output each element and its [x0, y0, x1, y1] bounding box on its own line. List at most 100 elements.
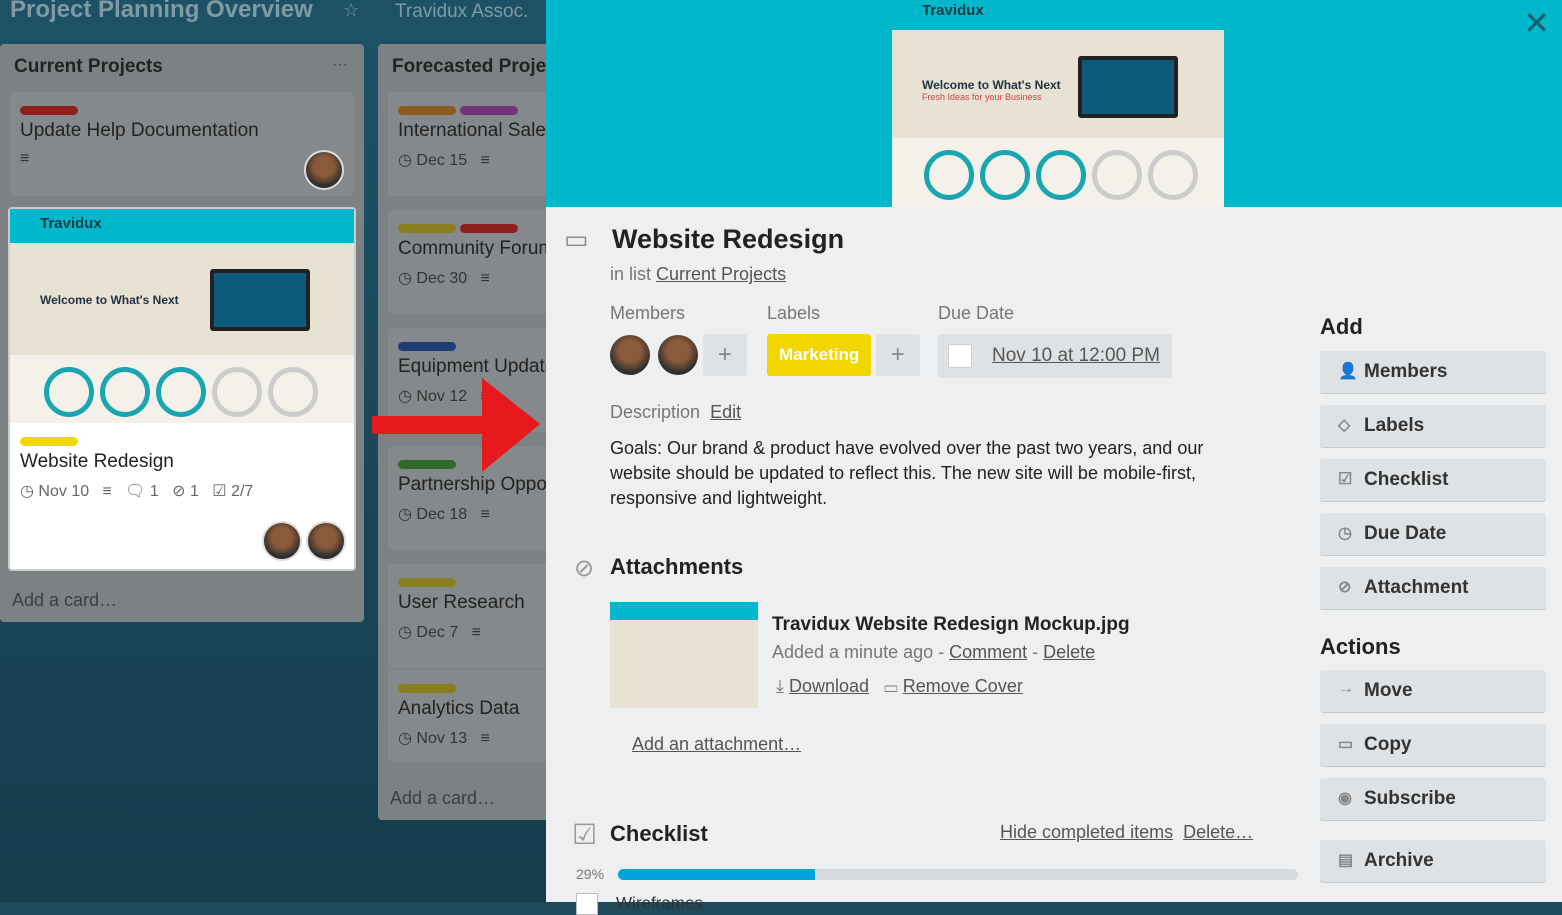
attachment-thumbnail[interactable]: [610, 602, 758, 708]
card-icon: ▭: [1338, 736, 1354, 753]
checklist-item[interactable]: Wireframes: [616, 893, 703, 912]
label-marketing[interactable]: Marketing: [767, 334, 872, 376]
description-icon: ≡: [20, 150, 30, 167]
card-label: [20, 437, 78, 446]
add-label-button[interactable]: +: [875, 334, 920, 376]
cover-brand: Travidux: [892, 0, 1224, 30]
button-label: Copy: [1364, 734, 1412, 755]
in-list-text: in list: [610, 264, 652, 284]
labels-label: Labels: [767, 303, 821, 323]
description-icon: ≡: [480, 730, 490, 747]
move-button[interactable]: → Move: [1320, 670, 1546, 712]
card-update-help-documentation[interactable]: Update Help Documentation ≡: [10, 92, 354, 196]
cover-image: Travidux Welcome to What's Next Fresh Id…: [892, 0, 1224, 207]
due-badge: Dec 15: [416, 152, 468, 169]
due-badge: Dec 7: [416, 624, 459, 641]
add-card-button[interactable]: Add a card…: [390, 788, 495, 809]
star-icon[interactable]: ☆: [343, 0, 359, 21]
archive-button[interactable]: ▤ Archive: [1320, 840, 1546, 882]
card-label: [398, 342, 456, 351]
due-badge: Dec 30: [416, 270, 468, 287]
button-label: Attachment: [1364, 577, 1469, 598]
add-section-title: Add: [1320, 314, 1363, 339]
tag-icon: ◇: [1338, 417, 1351, 434]
clock-icon: ◷: [1338, 525, 1352, 542]
list-link[interactable]: Current Projects: [656, 264, 786, 284]
add-card-button[interactable]: Add a card…: [12, 590, 117, 611]
clock-icon: ◷: [20, 483, 34, 500]
team-name[interactable]: Travidux Assoc.: [395, 1, 528, 23]
paperclip-icon: ⊘: [574, 555, 595, 582]
card-label: [398, 224, 456, 233]
clock-icon: ◷: [398, 506, 412, 523]
subscribe-button[interactable]: ◉ Subscribe: [1320, 778, 1546, 820]
card-label: [460, 224, 518, 233]
cover-headline: Welcome to What's Next: [922, 78, 1061, 92]
remove-cover-link[interactable]: Remove Cover: [903, 676, 1023, 696]
arrow-right-icon: →: [1338, 680, 1354, 697]
paperclip-icon: ⊘: [1338, 579, 1352, 596]
edit-description-link[interactable]: Edit: [710, 402, 741, 422]
checklist-button[interactable]: ☑ Checklist: [1320, 459, 1546, 501]
add-attachment-link[interactable]: Add an attachment…: [632, 734, 801, 754]
button-label: Due Date: [1364, 523, 1447, 544]
avatar: [262, 521, 302, 561]
card-icon: ▭: [564, 224, 589, 254]
attachment-added: Added a minute ago: [772, 642, 934, 662]
card-label: [460, 106, 518, 115]
cover-brand: Travidux: [10, 209, 354, 243]
card-title[interactable]: Website Redesign: [612, 224, 844, 255]
due-complete-checkbox[interactable]: [948, 344, 972, 368]
member-avatar[interactable]: [658, 335, 699, 375]
button-label: Labels: [1364, 415, 1425, 436]
list-menu-icon[interactable]: ···: [332, 56, 348, 74]
button-label: Members: [1364, 361, 1448, 382]
members-button[interactable]: 👤 Members: [1320, 351, 1546, 393]
clock-icon: ◷: [398, 152, 412, 169]
comment-link[interactable]: Comment: [949, 642, 1027, 662]
actions-section-title: Actions: [1320, 634, 1401, 659]
due-badge: Dec 18: [416, 506, 468, 523]
card-label: [398, 106, 456, 115]
button-label: Archive: [1364, 850, 1434, 871]
description-icon: ≡: [480, 152, 490, 169]
laptop-image: [210, 269, 310, 331]
checklist-count: 2/7: [231, 483, 254, 500]
download-icon: ⤓: [776, 676, 784, 696]
card-title: Website Redesign: [20, 451, 174, 472]
progress-fill: [618, 869, 816, 880]
due-date-button[interactable]: Nov 10 at 12:00 PM: [938, 334, 1172, 378]
card-cover: Travidux Welcome to What's Next Fresh Id…: [546, 0, 1562, 207]
board-title[interactable]: Project Planning Overview: [10, 0, 313, 24]
card-website-redesign[interactable]: Travidux Welcome to What's Next Website …: [8, 207, 356, 571]
checklist-percent: 29%: [576, 866, 605, 882]
due-badge: Nov 10: [38, 483, 90, 500]
description-icon: ≡: [480, 270, 490, 287]
archive-icon: ▤: [1338, 852, 1354, 869]
delete-checklist-link[interactable]: Delete…: [1183, 822, 1253, 842]
member-avatar[interactable]: [610, 335, 650, 375]
list-title[interactable]: Current Projects: [14, 56, 163, 78]
description-icon: ≡: [480, 506, 490, 523]
checklist-item-checkbox[interactable]: [576, 893, 598, 915]
checkbox-icon: ☑: [212, 483, 227, 500]
clock-icon: ◷: [398, 730, 412, 747]
hide-completed-link[interactable]: Hide completed items: [1000, 822, 1173, 842]
description-icon: ≡: [471, 624, 481, 641]
due-date-button[interactable]: ◷ Due Date: [1320, 513, 1546, 555]
members-label: Members: [610, 303, 686, 323]
delete-attachment-link[interactable]: Delete: [1043, 642, 1095, 662]
card-label: [398, 578, 456, 587]
checklist-progress-bar: [618, 869, 1298, 880]
download-link[interactable]: Download: [789, 676, 869, 696]
close-icon[interactable]: ✕: [1523, 4, 1550, 42]
button-label: Move: [1364, 680, 1413, 701]
laptop-image: [1078, 56, 1178, 118]
button-label: Subscribe: [1364, 788, 1456, 809]
add-member-button[interactable]: +: [702, 334, 747, 376]
card-detail-modal: Travidux Welcome to What's Next Fresh Id…: [546, 0, 1562, 915]
card-cover-image: Travidux Welcome to What's Next: [10, 209, 354, 423]
labels-button[interactable]: ◇ Labels: [1320, 405, 1546, 447]
attachment-button[interactable]: ⊘ Attachment: [1320, 567, 1546, 609]
copy-button[interactable]: ▭ Copy: [1320, 724, 1546, 766]
